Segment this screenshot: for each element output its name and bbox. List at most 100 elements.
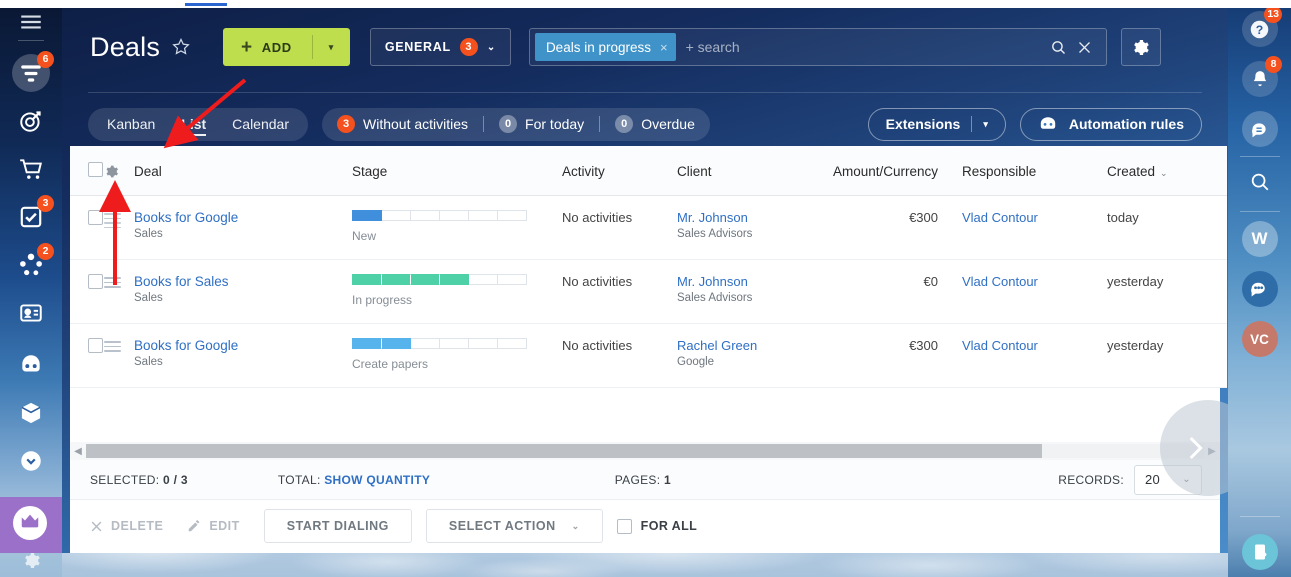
sidebar-item-network[interactable]: 2 xyxy=(0,241,62,289)
th-deal[interactable]: Deal xyxy=(134,146,352,196)
client-link[interactable]: Rachel Green xyxy=(677,338,777,353)
cell-deal: Books for Google Sales xyxy=(134,323,352,388)
for-all-checkbox[interactable] xyxy=(616,518,632,534)
select-all-checkbox[interactable] xyxy=(88,162,103,177)
right-item-group-chat[interactable] xyxy=(1228,264,1291,314)
th-activity[interactable]: Activity xyxy=(562,146,677,196)
chevron-circle-icon xyxy=(18,448,44,474)
stage-progress[interactable] xyxy=(352,210,527,221)
deal-category: Sales xyxy=(134,292,163,304)
table-row[interactable]: Books for Sales Sales In progress No act… xyxy=(70,259,1227,324)
sidebar-item-more[interactable] xyxy=(0,437,62,485)
automation-rules-button[interactable]: Automation rules xyxy=(1019,107,1202,141)
sidebar-item-tasks[interactable]: 3 xyxy=(0,193,62,241)
sidebar-item-crown[interactable] xyxy=(13,506,47,540)
th-created-label: Created xyxy=(1107,163,1156,179)
tab-list[interactable]: List xyxy=(168,108,219,141)
add-button[interactable]: + ADD ▾ xyxy=(223,28,350,66)
search-icon[interactable] xyxy=(1050,39,1067,56)
responsible-link[interactable]: Vlad Contour xyxy=(962,210,1038,225)
right-item-avatar-vc[interactable]: VC xyxy=(1228,314,1291,364)
edit-button[interactable]: EDIT xyxy=(187,519,239,533)
for-all-toggle[interactable]: FOR ALL xyxy=(616,518,698,534)
counter-without-activities[interactable]: 3 Without activities xyxy=(337,115,468,133)
sidebar-item-crm-funnel[interactable]: 6 xyxy=(0,49,62,97)
delete-button[interactable]: DELETE xyxy=(90,519,163,533)
deal-link[interactable]: Books for Google xyxy=(134,338,352,353)
deals-table: Deal Stage Activity Client Amount/Curren… xyxy=(70,146,1227,388)
start-dialing-button[interactable]: START DIALING xyxy=(263,509,412,543)
stage-progress[interactable] xyxy=(352,338,527,349)
chevron-down-icon[interactable]: ▾ xyxy=(313,42,350,53)
pencil-icon xyxy=(187,519,201,533)
th-amount[interactable]: Amount/Currency xyxy=(777,146,962,196)
counter-for-today[interactable]: 0 For today xyxy=(499,115,584,133)
tab-calendar[interactable]: Calendar xyxy=(219,108,302,141)
left-sidebar: 6 3 2 xyxy=(0,0,62,577)
close-icon[interactable]: × xyxy=(660,40,668,55)
cell-client: Mr. Johnson Sales Advisors xyxy=(677,195,777,260)
th-created[interactable]: Created ⌄ xyxy=(1107,146,1227,196)
sidebar-divider xyxy=(18,40,44,41)
sidebar-item-target[interactable] xyxy=(0,97,62,145)
right-item-avatar-w[interactable]: W xyxy=(1228,214,1291,264)
extensions-button[interactable]: Extensions ▾ xyxy=(867,107,1006,141)
scrollbar-thumb[interactable] xyxy=(86,444,1042,458)
show-quantity-link[interactable]: SHOW QUANTITY xyxy=(324,473,430,487)
star-icon[interactable] xyxy=(171,37,191,62)
responsible-link[interactable]: Vlad Contour xyxy=(962,274,1038,289)
sidebar-item-catalog[interactable] xyxy=(0,389,62,437)
select-action-button[interactable]: SELECT ACTION ⌄ xyxy=(425,509,603,543)
th-responsible[interactable]: Responsible xyxy=(962,146,1107,196)
row-checkbox[interactable] xyxy=(88,338,103,353)
right-sidebar-spacer xyxy=(1228,364,1291,514)
search-input[interactable] xyxy=(675,39,1050,55)
delete-label: DELETE xyxy=(111,519,164,533)
deal-link[interactable]: Books for Sales xyxy=(134,274,352,289)
deal-link[interactable]: Books for Google xyxy=(134,210,352,225)
horizontal-scrollbar[interactable]: ◀ ▶ xyxy=(70,442,1220,460)
right-item-search[interactable] xyxy=(1228,159,1291,209)
grid-meta-row: SELECTED: 0 / 3 TOTAL: SHOW QUANTITY PAG… xyxy=(70,460,1220,500)
client-link[interactable]: Mr. Johnson xyxy=(677,210,777,225)
drag-handle-icon[interactable] xyxy=(104,210,121,231)
sidebar-item-contacts[interactable] xyxy=(0,289,62,337)
general-filter-button[interactable]: GENERAL 3 ⌄ xyxy=(369,28,511,66)
responsible-link[interactable]: Vlad Contour xyxy=(962,338,1038,353)
stage-progress[interactable] xyxy=(352,274,527,285)
scrollbar-track[interactable] xyxy=(86,444,1204,458)
drag-handle-icon[interactable] xyxy=(104,338,121,355)
client-link[interactable]: Mr. Johnson xyxy=(677,274,777,289)
right-item-help[interactable]: ? 13 xyxy=(1228,4,1291,54)
sidebar-item-cart[interactable] xyxy=(0,145,62,193)
search-settings-button[interactable] xyxy=(1120,28,1161,66)
sidebar-item-automation[interactable] xyxy=(0,341,62,389)
right-item-chat[interactable] xyxy=(1228,104,1291,154)
cell-deal: Books for Google Sales xyxy=(134,195,352,260)
th-client[interactable]: Client xyxy=(677,146,777,196)
add-button-label: ADD xyxy=(261,39,292,55)
search-filter-chip[interactable]: Deals in progress × xyxy=(534,33,676,61)
row-checkbox[interactable] xyxy=(88,210,103,225)
table-row[interactable]: Books for Google Sales New No activities… xyxy=(70,195,1227,260)
counter-badge: 3 xyxy=(337,115,355,133)
row-checkbox[interactable] xyxy=(88,274,103,289)
close-icon xyxy=(90,520,103,533)
scroll-left-arrow[interactable]: ◀ xyxy=(70,446,86,457)
chevron-down-icon[interactable]: ▾ xyxy=(983,119,988,130)
gear-icon[interactable] xyxy=(104,164,134,179)
sidebar-menu-toggle[interactable] xyxy=(0,4,62,40)
right-item-mobile-app[interactable] xyxy=(1228,527,1291,577)
drag-handle-icon[interactable] xyxy=(104,274,121,291)
chevron-right-icon xyxy=(1178,431,1212,465)
th-stage[interactable]: Stage xyxy=(352,146,562,196)
cell-drag xyxy=(104,259,134,324)
right-item-notifications[interactable]: 8 xyxy=(1228,54,1291,104)
table-row[interactable]: Books for Google Sales Create papers No … xyxy=(70,323,1227,388)
counter-overdue[interactable]: 0 Overdue xyxy=(615,115,695,133)
tab-kanban[interactable]: Kanban xyxy=(94,108,168,141)
search-bar[interactable]: Deals in progress × xyxy=(528,28,1107,66)
close-icon[interactable] xyxy=(1077,40,1092,55)
avatar: W xyxy=(1241,221,1278,257)
sidebar-badge: 2 xyxy=(37,243,54,260)
